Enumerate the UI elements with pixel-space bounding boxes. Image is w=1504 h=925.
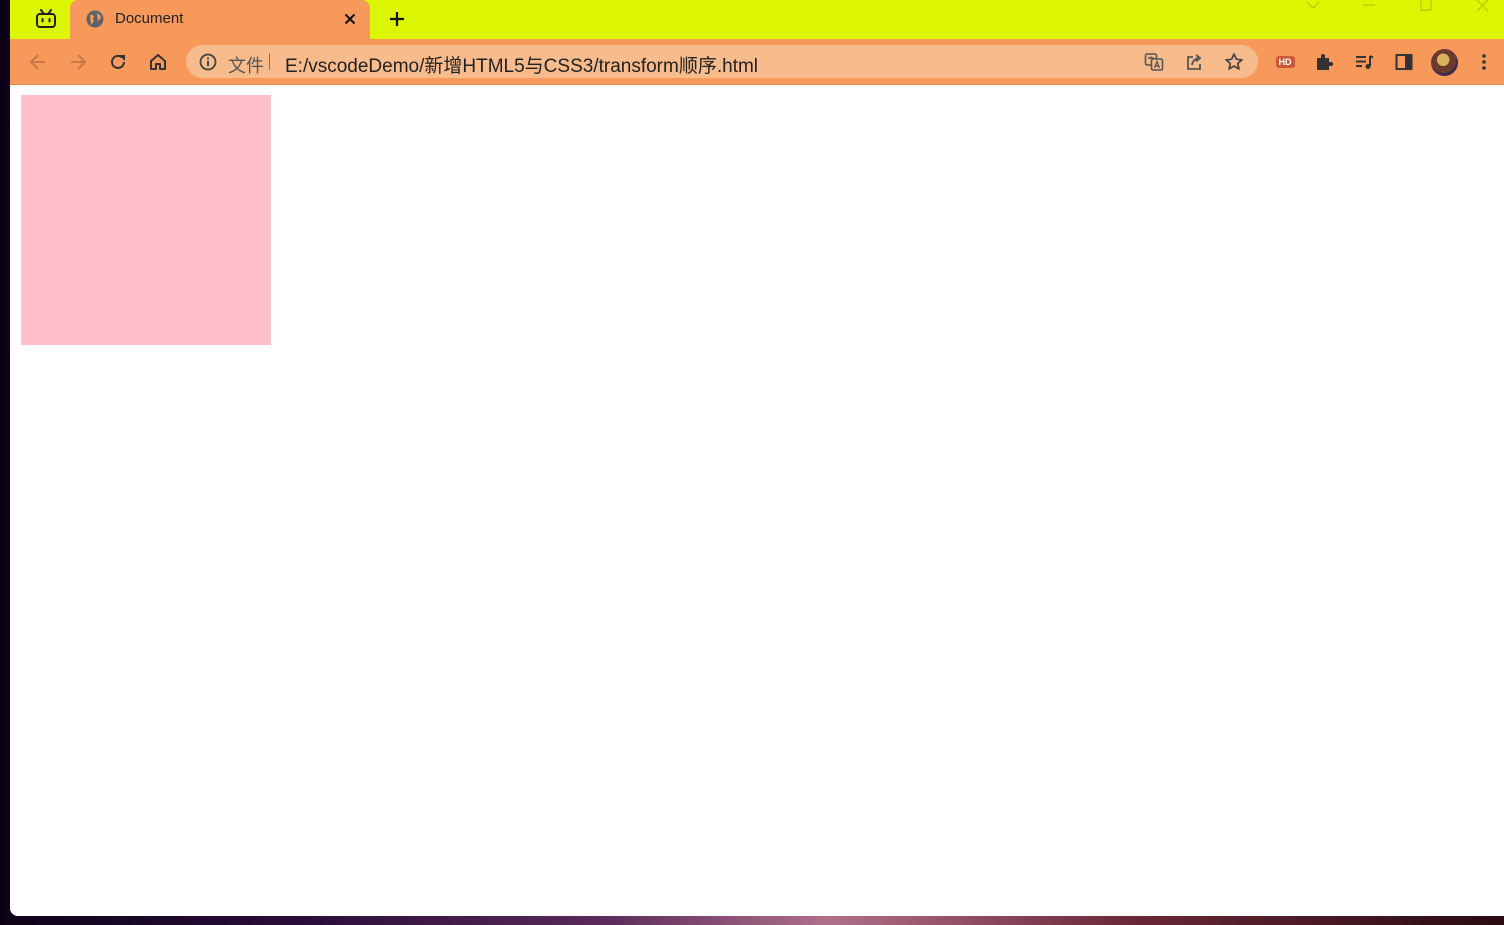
minimize-icon	[1363, 4, 1375, 6]
file-scheme-label: 文件	[228, 56, 264, 76]
bookmark-button[interactable]	[1223, 51, 1245, 73]
browser-toolbar: 文件 E:/vscodeDemo/新增HTML5与CSS3/transform顺…	[10, 39, 1504, 85]
menu-button[interactable]	[1470, 48, 1498, 76]
side-panel-icon	[1395, 54, 1413, 70]
tab-search-button[interactable]	[32, 6, 60, 32]
close-icon	[344, 13, 356, 25]
new-tab-button[interactable]	[384, 6, 410, 32]
close-window-button[interactable]	[1468, 0, 1498, 14]
home-button[interactable]	[144, 48, 172, 76]
maximize-button[interactable]	[1411, 0, 1441, 14]
reload-icon	[111, 54, 125, 69]
back-button[interactable]	[24, 48, 52, 76]
tab-close-button[interactable]	[340, 9, 360, 29]
avatar	[1430, 48, 1458, 76]
info-icon[interactable]	[198, 52, 218, 72]
share-icon	[1187, 54, 1202, 70]
address-url[interactable]: E:/vscodeDemo/新增HTML5与CSS3/transform顺序.h…	[285, 51, 758, 78]
extensions-button[interactable]	[1310, 48, 1338, 76]
plus-icon	[390, 12, 404, 26]
forward-button[interactable]	[64, 48, 92, 76]
reading-list-icon	[1356, 55, 1374, 69]
close-icon	[1476, 0, 1489, 12]
kebab-menu-icon	[1482, 54, 1486, 70]
tab-document[interactable]: Document	[70, 0, 370, 39]
minimize-button[interactable]	[1354, 0, 1384, 14]
home-icon	[150, 54, 166, 70]
star-icon	[1225, 53, 1243, 70]
tab-list-button[interactable]	[1298, 0, 1328, 14]
translate-button[interactable]	[1143, 51, 1165, 73]
hd-extension-icon: HD	[1275, 56, 1295, 68]
hd-extension-button[interactable]: HD	[1271, 48, 1299, 76]
address-bar[interactable]: 文件 E:/vscodeDemo/新增HTML5与CSS3/transform顺…	[186, 45, 1258, 78]
globe-icon	[86, 10, 104, 28]
back-icon	[29, 54, 45, 70]
side-panel-button[interactable]	[1390, 48, 1418, 76]
forward-icon	[71, 54, 87, 70]
pink-box	[21, 95, 271, 345]
reload-button[interactable]	[104, 48, 132, 76]
chevron-down-icon	[1306, 1, 1320, 9]
maximize-icon	[1420, 0, 1432, 11]
reading-list-button[interactable]	[1350, 48, 1378, 76]
title-bar: Document	[10, 0, 1504, 39]
puzzle-icon	[1317, 54, 1333, 70]
share-button[interactable]	[1183, 51, 1205, 73]
browser-window: Document 文件 E:/vscodeDemo/新增HTML5与CSS3/t…	[10, 0, 1504, 916]
profile-button[interactable]	[1430, 48, 1458, 76]
tab-title: Document	[115, 10, 184, 27]
translate-icon	[1144, 53, 1164, 71]
page-content	[10, 85, 1504, 916]
bilibili-tv-icon	[36, 9, 56, 28]
address-separator	[269, 53, 270, 70]
